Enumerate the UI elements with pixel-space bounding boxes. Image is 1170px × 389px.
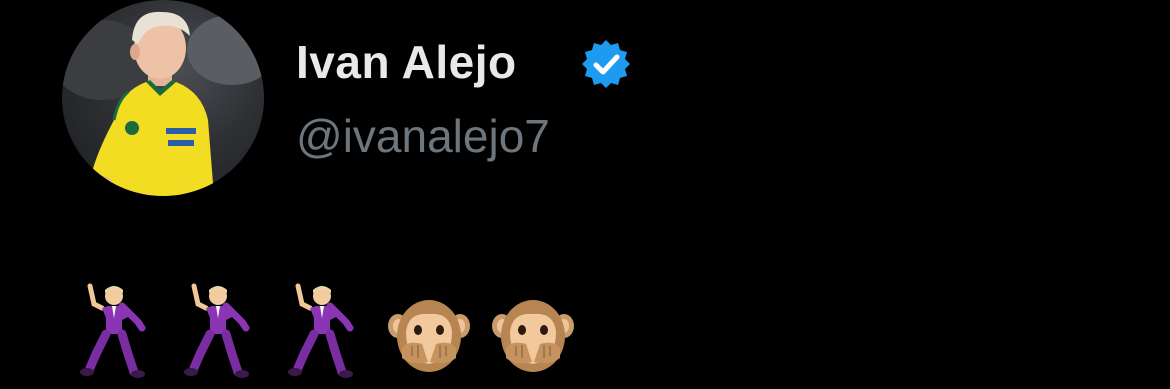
man-dancing-emoji — [284, 282, 366, 378]
man-dancing-emoji — [180, 282, 262, 378]
speak-no-evil-monkey-emoji — [492, 282, 574, 378]
avatar-image — [62, 11, 264, 196]
man-dancing-emoji — [76, 282, 158, 378]
tweet-text — [76, 282, 574, 378]
display-name[interactable]: Ivan Alejo — [296, 34, 517, 90]
user-handle[interactable]: @ivanalejo7 — [296, 108, 550, 164]
verified-badge-icon — [580, 38, 632, 90]
avatar[interactable] — [62, 0, 264, 196]
speak-no-evil-monkey-emoji — [388, 282, 470, 378]
